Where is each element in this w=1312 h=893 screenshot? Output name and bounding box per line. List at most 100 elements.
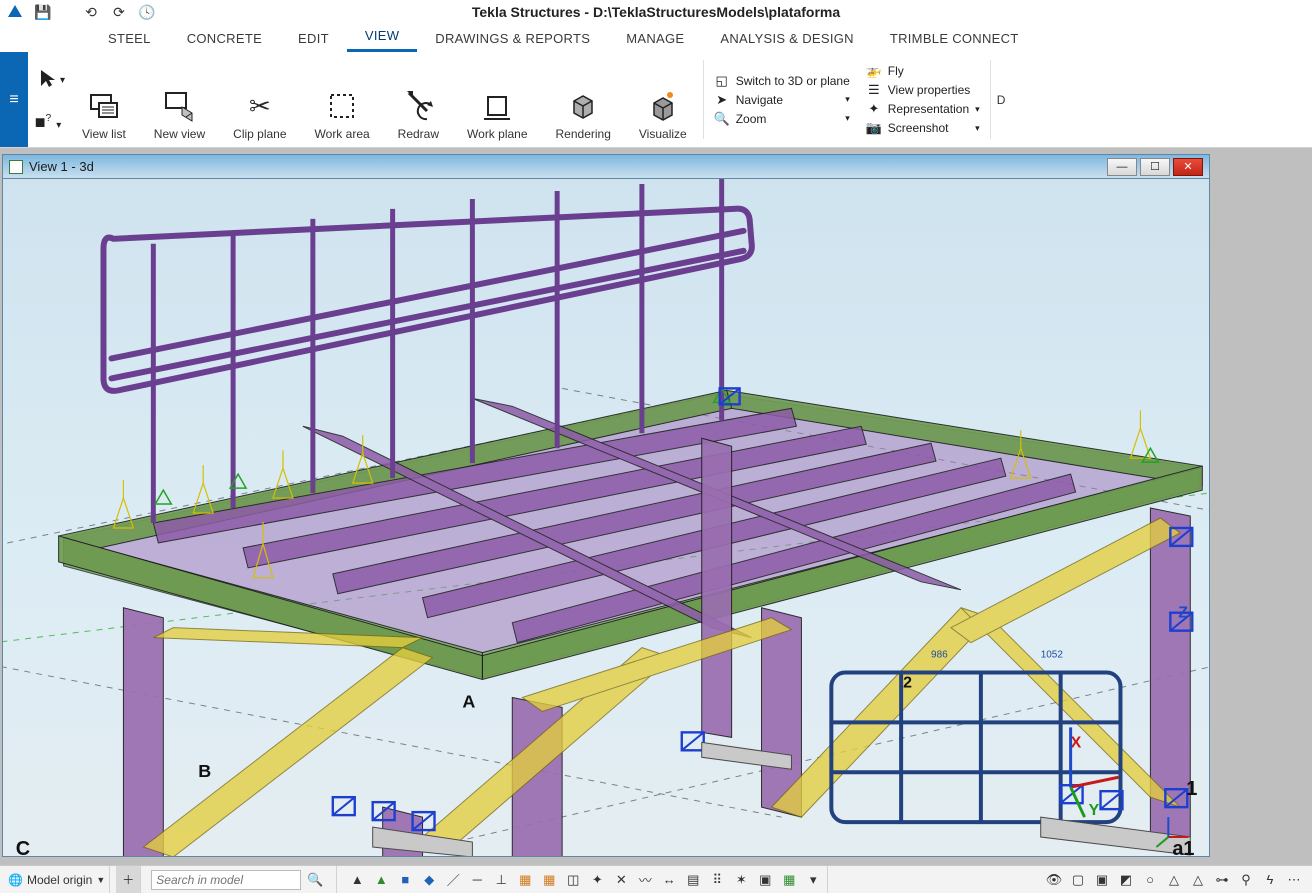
sel-misc-icon[interactable]: ⋯ (1284, 870, 1304, 890)
cursor-tool-icon[interactable]: ▲ (347, 870, 367, 890)
ribbon-visualize[interactable]: Visualize (625, 52, 701, 147)
navigate-button[interactable]: ➤Navigate▾ (714, 92, 850, 108)
view-canvas[interactable]: 986 1052 (3, 179, 1209, 856)
redo-icon[interactable]: ⟳ (110, 3, 128, 21)
switch-3d-button[interactable]: ◱Switch to 3D or plane (714, 73, 850, 89)
fly-button[interactable]: 🚁Fly (866, 63, 980, 79)
snap-grid1-icon[interactable]: ▦ (515, 870, 535, 890)
snap-diamond-icon[interactable]: ◆ (419, 870, 439, 890)
tab-view[interactable]: VIEW (347, 24, 417, 52)
ribbon-new-view[interactable]: New view (140, 52, 219, 147)
search-segment: 🔍 (147, 866, 337, 893)
selection-toolbar: 👁 ▢ ▣ ◩ ○ △ △ ⊶ ⚲ ϟ ⋯ (1040, 866, 1308, 893)
quick-selection-col: ▾ ■? ▾ (28, 52, 68, 147)
snap-grid2-icon[interactable]: ▦ (539, 870, 559, 890)
sel-node-icon[interactable]: ⊶ (1212, 870, 1232, 890)
snap-cross-icon[interactable]: ✕ (611, 870, 631, 890)
view-close-button[interactable]: ✕ (1173, 158, 1203, 176)
coord-origin-dropdown[interactable]: 🌐 Model origin ▼ (4, 866, 110, 893)
ribbon-clip-plane[interactable]: ✂ Clip plane (219, 52, 300, 147)
ribbon-redraw[interactable]: Redraw (384, 52, 453, 147)
cursor-icon[interactable]: ▾ (37, 67, 59, 94)
representation-button[interactable]: ✦Representation▾ (866, 101, 980, 117)
cube-3d-icon: ◱ (714, 73, 730, 89)
tab-trimble[interactable]: TRIMBLE CONNECT (872, 27, 1037, 52)
ribbon-view-list[interactable]: View list (68, 52, 140, 147)
view-titlebar[interactable]: View 1 - 3d — ☐ ✕ (3, 155, 1209, 179)
ribbon-side-handle[interactable]: ≡ (0, 52, 28, 147)
ribbon-rendering[interactable]: Rendering (542, 52, 625, 147)
representation-icon: ✦ (866, 101, 882, 117)
save-icon[interactable]: 💾 (34, 3, 52, 21)
snap-green-grid-icon[interactable]: ▦ (779, 870, 799, 890)
svg-text:Y: Y (1089, 802, 1100, 819)
snap-square-icon[interactable]: ■ (395, 870, 415, 890)
tab-drawings[interactable]: DRAWINGS & REPORTS (417, 27, 608, 52)
snap-dim-icon[interactable]: ↔ (659, 870, 679, 890)
view-maximize-button[interactable]: ☐ (1140, 158, 1170, 176)
snap-ortho-icon[interactable]: ⊥ (491, 870, 511, 890)
view-properties-button[interactable]: ☰View properties (866, 82, 980, 98)
eye-icon[interactable]: 👁 (1044, 870, 1064, 890)
work-area-icon (325, 89, 359, 123)
tab-concrete[interactable]: CONCRETE (169, 27, 280, 52)
ribbon: ≡ ▾ ■? ▾ View list New view ✂ Clip plane… (0, 52, 1312, 148)
clip-plane-icon: ✂ (243, 89, 277, 123)
tab-analysis[interactable]: ANALYSIS & DESIGN (702, 27, 871, 52)
view-minimize-button[interactable]: — (1107, 158, 1137, 176)
sel-box1-icon[interactable]: ▢ (1068, 870, 1088, 890)
snap-slash-icon[interactable]: ／ (443, 870, 463, 890)
work-plane-icon (480, 89, 514, 123)
svg-text:X: X (1071, 734, 1082, 751)
ribbon-work-area[interactable]: Work area (301, 52, 384, 147)
view-window: View 1 - 3d — ☐ ✕ (2, 154, 1210, 857)
search-icon[interactable]: 🔍 (305, 870, 325, 890)
workspace: View 1 - 3d — ☐ ✕ (0, 148, 1312, 865)
snap-misc1-icon[interactable]: ◫ (563, 870, 583, 890)
history-icon[interactable]: 🕓 (138, 3, 156, 21)
svg-text:2: 2 (903, 674, 912, 691)
view-title-text: View 1 - 3d (29, 159, 94, 174)
new-view-label: New view (154, 127, 205, 141)
screenshot-button[interactable]: 📷Screenshot▾ (866, 120, 980, 136)
tab-steel[interactable]: STEEL (90, 27, 169, 52)
sel-circle-icon[interactable]: ○ (1140, 870, 1160, 890)
snap-misc2-icon[interactable]: ✦ (587, 870, 607, 890)
add-button[interactable]: ＋ (116, 866, 141, 893)
fly-icon: 🚁 (866, 63, 882, 79)
select-filter-icon[interactable]: ■? ▾ (35, 112, 61, 133)
ribbon-sidecol-1: ◱Switch to 3D or plane ➤Navigate▾ 🔍Zoom▾ (706, 52, 858, 147)
snap-curve-icon[interactable]: 〰 (635, 870, 655, 890)
app-title: Tekla Structures - D:\TeklaStructuresMod… (472, 4, 840, 20)
app-icon (6, 3, 24, 21)
svg-text:A: A (462, 691, 475, 711)
snap-more-icon[interactable]: ▾ (803, 870, 823, 890)
svg-text:986: 986 (931, 650, 948, 661)
sel-bolt-icon[interactable]: ⚲ (1236, 870, 1256, 890)
search-input[interactable] (151, 870, 301, 890)
globe-icon: 🌐 (8, 873, 23, 887)
ribbon-truncated: D (993, 52, 1010, 147)
sel-box2-icon[interactable]: ▣ (1092, 870, 1112, 890)
svg-text:Z: Z (1178, 605, 1188, 622)
undo-icon[interactable]: ⟲ (82, 3, 100, 21)
snap-tri-icon[interactable]: ▲ (371, 870, 391, 890)
sel-box3-icon[interactable]: ◩ (1116, 870, 1136, 890)
tab-edit[interactable]: EDIT (280, 27, 347, 52)
tab-manage[interactable]: MANAGE (608, 27, 702, 52)
sel-tri-icon[interactable]: △ (1164, 870, 1184, 890)
snap-rgb-icon[interactable]: ▣ (755, 870, 775, 890)
work-plane-label: Work plane (467, 127, 527, 141)
snap-dots-icon[interactable]: ⠿ (707, 870, 727, 890)
ribbon-sidecol-2: 🚁Fly ☰View properties ✦Representation▾ 📷… (858, 52, 988, 147)
redraw-label: Redraw (398, 127, 439, 141)
snap-toolbar: ▲ ▲ ■ ◆ ／ ─ ⊥ ▦ ▦ ◫ ✦ ✕ 〰 ↔ ▤ ⠿ ✶ ▣ ▦ ▾ (343, 866, 828, 893)
zoom-button[interactable]: 🔍Zoom▾ (714, 111, 850, 127)
snap-line-icon[interactable]: ─ (467, 870, 487, 890)
sel-warn-icon[interactable]: △ (1188, 870, 1208, 890)
rendering-label: Rendering (556, 127, 611, 141)
snap-axis-icon[interactable]: ✶ (731, 870, 751, 890)
sel-weld-icon[interactable]: ϟ (1260, 870, 1280, 890)
ribbon-work-plane[interactable]: Work plane (453, 52, 541, 147)
snap-table-icon[interactable]: ▤ (683, 870, 703, 890)
